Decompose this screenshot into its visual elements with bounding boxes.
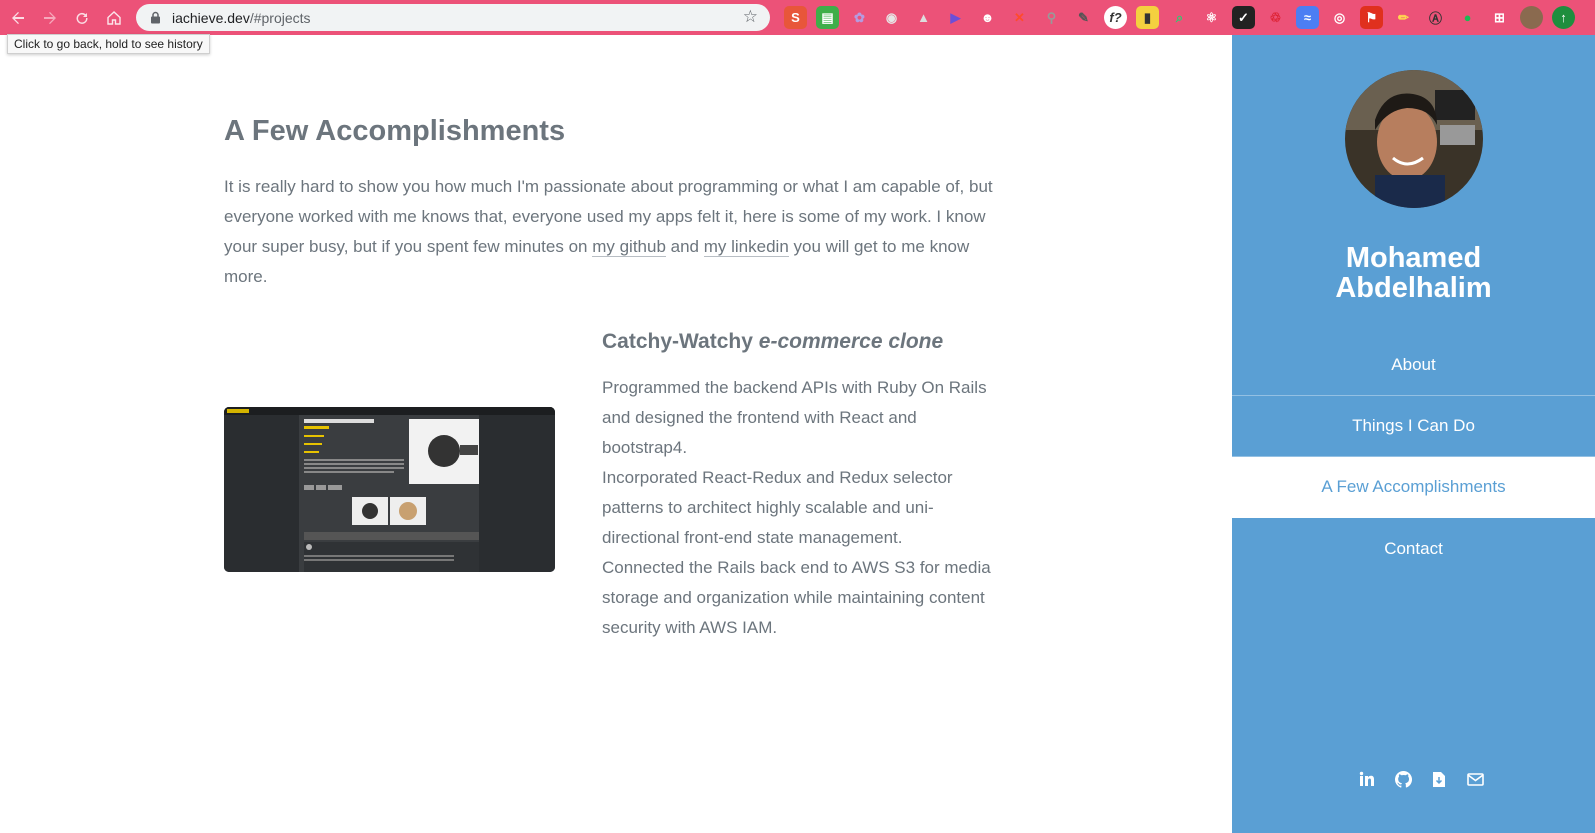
extension-search-icon[interactable]: ⌕	[1168, 6, 1191, 29]
resume-download-icon[interactable]	[1421, 767, 1457, 791]
bookmark-star-icon[interactable]: ☆	[743, 7, 758, 27]
extension-play-icon[interactable]: ▶	[944, 6, 967, 29]
profile-name: Mohamed Abdelhalim	[1335, 242, 1492, 304]
extension-cart-icon[interactable]: ▤	[816, 6, 839, 29]
project-desc-line: Connected the Rails back end to AWS S3 f…	[602, 558, 991, 637]
project-title: Catchy-Watchy e-commerce clone	[602, 330, 944, 353]
profile-avatar-icon[interactable]	[1520, 6, 1543, 29]
social-links	[1349, 767, 1493, 791]
extension-react-icon[interactable]: ⚛	[1200, 6, 1223, 29]
linkedin-link[interactable]: my linkedin	[703, 237, 789, 257]
sidebar-item-accomplishments[interactable]: A Few Accomplishments	[1232, 457, 1595, 518]
extension-pin-icon[interactable]: ⚲	[1040, 6, 1063, 29]
extension-s-icon[interactable]: S	[784, 6, 807, 29]
extension-recycle-icon[interactable]: ♲	[1264, 6, 1287, 29]
main-content: A Few Accomplishments It is really hard …	[0, 35, 1232, 833]
extension-crop-icon[interactable]: ⊞	[1488, 6, 1511, 29]
extension-f-icon[interactable]: f?	[1104, 6, 1127, 29]
extension-pencil-icon[interactable]: ✏	[1392, 6, 1415, 29]
extension-x-icon[interactable]: ✕	[1008, 6, 1031, 29]
extensions-bar: S ▤ ✿ ◉ ▲ ▶ ☻ ✕ ⚲ ✎ f? ▮ ⌕ ⚛ ✓ ♲ ≈ ◎ ⚑ ✏…	[784, 5, 1584, 30]
sidebar-item-contact[interactable]: Contact	[1232, 518, 1595, 579]
url-text: iachieve.dev/#projects	[172, 9, 311, 26]
back-button[interactable]	[4, 4, 32, 32]
extension-book-icon[interactable]: ▮	[1136, 6, 1159, 29]
extension-face-icon[interactable]: ☻	[976, 6, 999, 29]
extension-wave-icon[interactable]: ≈	[1296, 6, 1319, 29]
project-description: Programmed the backend APIs with Ruby On…	[602, 373, 1002, 643]
extension-a-icon[interactable]: Ⓐ	[1424, 6, 1447, 29]
extension-dot-icon[interactable]: ●	[1456, 6, 1479, 29]
sidebar: Mohamed Abdelhalim About Things I Can Do…	[1232, 35, 1595, 833]
project-desc-line: Programmed the backend APIs with Ruby On…	[602, 378, 987, 457]
home-button[interactable]	[100, 4, 128, 32]
avatar	[1345, 70, 1483, 208]
github-link[interactable]: my github	[592, 237, 666, 257]
project-screenshot[interactable]	[224, 407, 555, 572]
sidebar-item-things-i-can-do[interactable]: Things I Can Do	[1232, 396, 1595, 457]
extension-drop-icon[interactable]: ▲	[912, 6, 935, 29]
extension-flag-icon[interactable]: ⚑	[1360, 6, 1383, 29]
extension-circle-icon[interactable]: ◉	[880, 6, 903, 29]
project-desc-line: Incorporated React-Redux and Redux selec…	[602, 468, 953, 547]
extension-flower-icon[interactable]: ✿	[848, 6, 871, 29]
extension-target-icon[interactable]: ◎	[1328, 6, 1351, 29]
update-arrow-icon[interactable]: ↑	[1552, 6, 1575, 29]
linkedin-icon[interactable]	[1349, 767, 1385, 791]
email-icon[interactable]	[1457, 767, 1493, 791]
extension-dropper-icon[interactable]: ✎	[1072, 6, 1095, 29]
extension-check-icon[interactable]: ✓	[1232, 6, 1255, 29]
forward-button[interactable]	[36, 4, 64, 32]
page-title: A Few Accomplishments	[224, 115, 566, 147]
intro-paragraph: It is really hard to show you how much I…	[224, 177, 993, 286]
sidebar-item-about[interactable]: About	[1232, 335, 1595, 396]
lock-icon	[148, 11, 162, 25]
reload-button[interactable]	[68, 4, 96, 32]
github-icon[interactable]	[1385, 767, 1421, 791]
address-bar[interactable]: iachieve.dev/#projects ☆	[136, 4, 770, 31]
sidebar-menu: About Things I Can Do A Few Accomplishme…	[1232, 335, 1595, 579]
browser-toolbar: iachieve.dev/#projects ☆ S ▤ ✿ ◉ ▲ ▶ ☻ ✕…	[0, 0, 1595, 35]
